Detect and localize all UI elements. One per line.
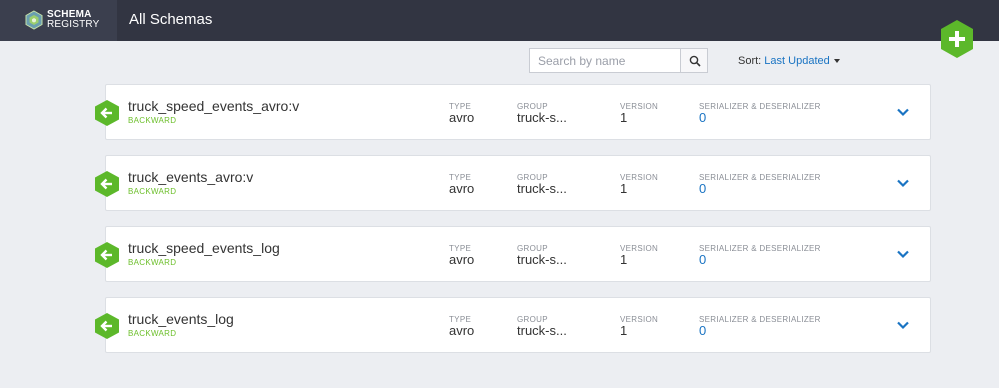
sort-control: Sort: Last Updated	[738, 55, 840, 67]
back-arrow-icon[interactable]	[94, 99, 120, 127]
brand-line-2: REGISTRY	[47, 19, 100, 30]
schema-name[interactable]: truck_speed_events_log	[128, 241, 280, 256]
group-value: truck-s...	[517, 323, 567, 338]
version-value: 1	[620, 323, 628, 338]
serde-count-link[interactable]: 0	[699, 324, 706, 338]
group-value: truck-s...	[517, 252, 567, 267]
back-arrow-icon[interactable]	[94, 170, 120, 198]
schema-card[interactable]: truck_events_log BACKWARD TYPE avro GROU…	[95, 297, 931, 353]
serde-label: SERIALIZER & DESERIALIZER	[699, 244, 821, 253]
schema-name[interactable]: truck_events_log	[128, 312, 234, 327]
compatibility-label: BACKWARD	[128, 329, 177, 338]
compatibility-label: BACKWARD	[128, 187, 177, 196]
search-bar	[529, 48, 708, 73]
schema-card[interactable]: truck_speed_events_log BACKWARD TYPE avr…	[95, 226, 931, 282]
group-value: truck-s...	[517, 181, 567, 196]
search-icon	[689, 55, 701, 67]
schema-registry-logo-icon	[25, 10, 43, 30]
schema-name[interactable]: truck_events_avro:v	[128, 170, 253, 185]
plus-icon	[941, 20, 973, 58]
sort-dropdown[interactable]: Last Updated	[764, 55, 840, 67]
search-input[interactable]	[529, 48, 680, 73]
add-schema-button[interactable]	[939, 19, 975, 59]
schema-card[interactable]: truck_events_avro:v BACKWARD TYPE avro G…	[95, 155, 931, 211]
version-value: 1	[620, 252, 628, 267]
sort-label: Sort:	[738, 55, 762, 67]
chevron-down-icon[interactable]	[896, 318, 910, 332]
serde-count-link[interactable]: 0	[699, 111, 706, 125]
back-arrow-icon[interactable]	[94, 241, 120, 269]
back-arrow-icon[interactable]	[94, 312, 120, 340]
serde-label: SERIALIZER & DESERIALIZER	[699, 173, 821, 182]
chevron-down-icon[interactable]	[896, 247, 910, 261]
serde-count-link[interactable]: 0	[699, 182, 706, 196]
page-title: All Schemas	[129, 11, 213, 28]
chevron-down-icon[interactable]	[896, 176, 910, 190]
caret-down-icon	[833, 59, 840, 64]
schema-name[interactable]: truck_speed_events_avro:v	[128, 99, 299, 114]
schema-card[interactable]: truck_speed_events_avro:v BACKWARD TYPE …	[95, 84, 931, 140]
chevron-down-icon[interactable]	[896, 105, 910, 119]
top-bar: SCHEMA REGISTRY All Schemas	[0, 0, 999, 41]
brand[interactable]: SCHEMA REGISTRY	[0, 0, 117, 41]
group-value: truck-s...	[517, 110, 567, 125]
type-value: avro	[449, 323, 475, 338]
sort-value: Last Updated	[764, 55, 830, 67]
search-button[interactable]	[680, 48, 708, 73]
version-value: 1	[620, 181, 628, 196]
type-value: avro	[449, 110, 475, 125]
type-value: avro	[449, 252, 475, 267]
compatibility-label: BACKWARD	[128, 116, 177, 125]
serde-label: SERIALIZER & DESERIALIZER	[699, 315, 821, 324]
version-value: 1	[620, 110, 628, 125]
serde-label: SERIALIZER & DESERIALIZER	[699, 102, 821, 111]
compatibility-label: BACKWARD	[128, 258, 177, 267]
type-value: avro	[449, 181, 475, 196]
brand-name: SCHEMA REGISTRY	[47, 10, 100, 30]
serde-count-link[interactable]: 0	[699, 253, 706, 267]
